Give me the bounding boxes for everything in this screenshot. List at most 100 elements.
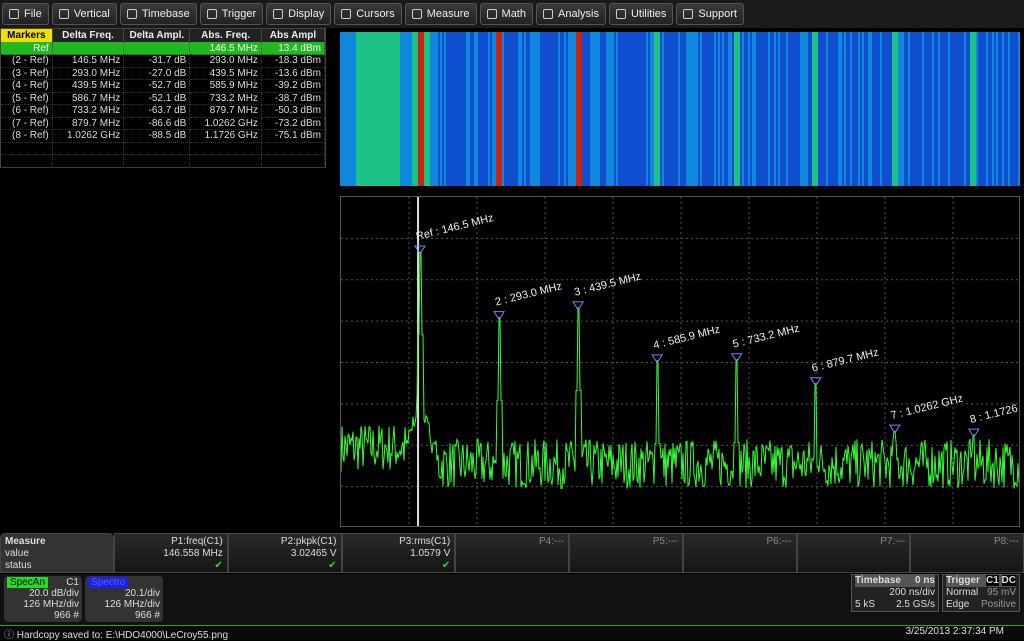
specan-descriptor[interactable]: SpecAn C1 20.0 dB/div 126 MHz/div 966 # — [4, 576, 82, 622]
trigger-descriptor[interactable]: Trigger C1 DC Normal 95 mV Edge Positive — [942, 574, 1020, 612]
spectrogram-column — [726, 32, 728, 186]
status-bar: ⓘ Hardcopy saved to: E:\HDO4000\LeCroy55… — [0, 626, 1024, 641]
menu-analysis[interactable]: Analysis — [536, 3, 606, 25]
table-row[interactable]: (3 - Ref) 293.0 MHz -27.0 dB 439.5 MHz -13.6… — [1, 67, 326, 80]
spectrogram-column — [772, 32, 774, 186]
spectrogram-column — [422, 32, 424, 186]
table-row[interactable]: (6 - Ref) 733.2 MHz -63.7 dB 879.7 MHz -50.3… — [1, 104, 326, 118]
spectrogram-column — [340, 32, 342, 186]
menu-file[interactable]: File — [2, 3, 49, 25]
spectrogram-column — [682, 32, 684, 186]
spectrogram-column — [858, 32, 860, 186]
spectrogram-column — [820, 32, 822, 186]
param-name: P5:--- — [652, 536, 678, 547]
spectrogram-column — [344, 32, 346, 186]
menu-label: Vertical — [73, 8, 110, 20]
menu-timebase[interactable]: Timebase — [119, 3, 197, 25]
spectrogram-column — [454, 32, 456, 186]
spectrogram-column — [492, 32, 494, 186]
table-row[interactable]: (2 - Ref) 146.5 MHz -31.7 dB 293.0 MHz -18.3… — [1, 54, 326, 68]
spectrogram-column — [684, 32, 686, 186]
spectrogram-column — [350, 32, 352, 186]
spectrogram-column — [882, 32, 884, 186]
spectrogram-column — [760, 32, 762, 186]
spectrogram-column — [438, 32, 440, 186]
peak-label: 5 : 733.2 MHz — [732, 323, 801, 351]
spectrogram-column — [860, 32, 862, 186]
menu-measure[interactable]: Measure — [404, 3, 477, 25]
spectrogram-column — [416, 32, 418, 186]
measure-param[interactable]: P3:rms(C1) 1.0579 V ✔ — [341, 533, 456, 573]
peak-label: 3 : 439.5 MHz — [573, 271, 642, 299]
spectrogram-column — [560, 32, 562, 186]
spectrogram-column — [372, 32, 374, 186]
trigger-slope: Positive — [980, 599, 1016, 610]
spectrogram-column — [740, 32, 742, 186]
table-row[interactable]: Ref 146.5 MHz 13.4 dBm — [1, 42, 326, 55]
spectrogram-column — [808, 32, 810, 186]
menu-label: Trigger — [221, 8, 257, 20]
specan-vscale: 20.0 dB/div — [28, 588, 79, 599]
spectrogram-column — [988, 32, 990, 186]
measure-param[interactable]: P1:freq(C1) 146.558 MHz ✔ — [114, 533, 228, 573]
menu-math[interactable]: Math — [479, 3, 533, 25]
spectrogram-column — [868, 32, 870, 186]
spectrogram-column — [554, 32, 556, 186]
spectrogram-column — [776, 32, 778, 186]
spectrogram-column — [918, 32, 920, 186]
specan-source: C1 — [66, 577, 79, 588]
table-cell: -18.3 dBm — [261, 54, 326, 68]
menu-support[interactable]: Support — [676, 3, 744, 25]
spectrogram-column — [908, 32, 910, 186]
spectro-descriptor[interactable]: Spectro 20.1/div 126 MHz/div 966 # — [85, 576, 163, 622]
measure-param[interactable]: P6:--- — [682, 533, 797, 573]
spectrogram-column — [746, 32, 748, 186]
spectrogram-column — [704, 32, 706, 186]
spectrogram-column — [532, 32, 534, 186]
spectrogram-column — [566, 32, 568, 186]
measure-param[interactable]: P7:--- — [796, 533, 911, 573]
table-row[interactable]: (5 - Ref) 586.7 MHz -52.1 dB 733.2 MHz -38.7… — [1, 92, 326, 105]
spectrogram-column — [724, 32, 726, 186]
spectrogram-column — [582, 32, 584, 186]
check-icon: ✔ — [328, 560, 337, 571]
spectrogram-column — [754, 32, 756, 186]
measure-param[interactable]: P2:pkpk(C1) 3.02465 V ✔ — [227, 533, 342, 573]
table-row[interactable]: (4 - Ref) 439.5 MHz -52.7 dB 585.9 MHz -39.2… — [1, 79, 326, 93]
menu-label: Measure — [426, 8, 470, 20]
column-header: Delta Freq. — [52, 29, 125, 42]
table-row[interactable]: (8 - Ref) 1.0262 GHz -88.5 dB 1.1726 GHz -75… — [1, 129, 326, 143]
spectrogram-column — [696, 32, 698, 186]
spectrogram-column — [774, 32, 776, 186]
spectrogram-column — [1016, 32, 1018, 186]
spectrogram-column — [872, 32, 874, 186]
display-icon — [273, 9, 284, 19]
timebase-descriptor[interactable]: Timebase 0 ns 200 ns/div 5 kS 2.5 GS/s — [851, 574, 939, 612]
trigger-mode: Normal — [946, 587, 979, 598]
spectrogram-column — [414, 32, 416, 186]
spectrogram-column — [528, 32, 530, 186]
menu-trigger[interactable]: Trigger — [199, 3, 264, 25]
table-cell: 439.5 MHz — [189, 67, 262, 80]
spectrogram-column — [876, 32, 878, 186]
measure-param[interactable]: P4:--- — [455, 533, 569, 573]
spectrogram-column — [938, 32, 940, 186]
measure-param[interactable]: P5:--- — [569, 533, 683, 573]
menu-cursors[interactable]: Cursors — [334, 3, 402, 25]
spectrogram-column — [646, 32, 648, 186]
table-row[interactable]: (7 - Ref) 879.7 MHz -86.6 dB 1.0262 GHz -73.… — [1, 117, 326, 130]
spectrogram-column — [612, 32, 614, 186]
spectrogram-column — [664, 32, 666, 186]
spectrogram-column — [498, 32, 500, 186]
spectrogram-column — [936, 32, 938, 186]
spectrogram-column — [1000, 32, 1002, 186]
spectrogram-column — [828, 32, 830, 186]
spectrogram-column — [436, 32, 438, 186]
menu-utilities[interactable]: Utilities — [608, 3, 674, 25]
menu-display[interactable]: Display — [266, 3, 332, 25]
spectrogram-column — [448, 32, 450, 186]
menu-vertical[interactable]: Vertical — [51, 3, 117, 25]
measure-param[interactable]: P8:--- — [910, 533, 1024, 573]
spectrogram-column — [880, 32, 882, 186]
spectrogram-column — [602, 32, 604, 186]
